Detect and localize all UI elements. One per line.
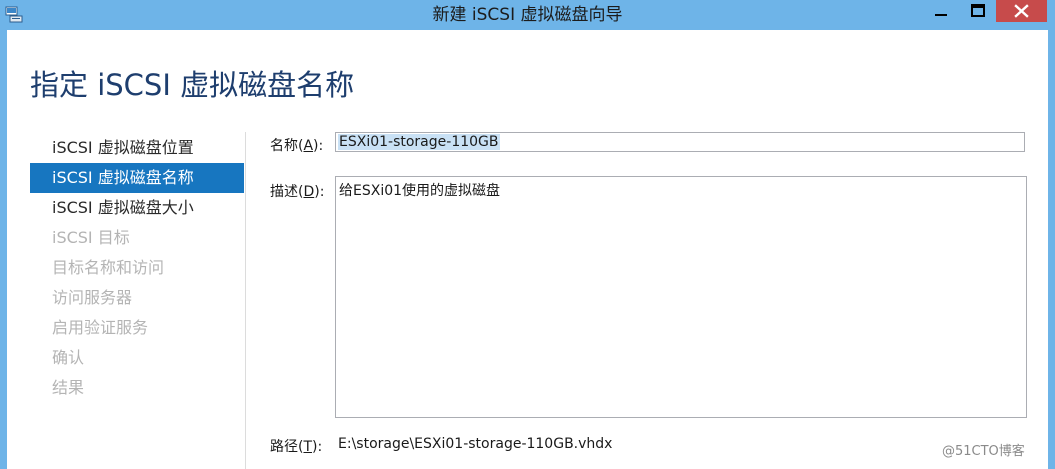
window-frame-left (0, 30, 7, 469)
nav-step-results: 结果 (52, 378, 85, 397)
path-value: E:\storage\ESXi01-storage-110GB.vhdx (338, 436, 613, 452)
close-button[interactable] (996, 0, 1047, 22)
nav-step-name[interactable]: iSCSI 虚拟磁盘名称 (30, 163, 244, 193)
name-accesskey: A (303, 138, 314, 154)
name-label: 名称(A): (270, 138, 324, 154)
name-input[interactable]: ESXi01-storage-110GB (335, 132, 1025, 152)
maximize-icon (971, 4, 985, 17)
nav-step-target: iSCSI 目标 (52, 228, 130, 247)
name-input-selected-text: ESXi01-storage-110GB (338, 134, 500, 150)
description-text: 给ESXi01使用的虚拟磁盘 (339, 183, 501, 199)
watermark: @51CTO博客 (942, 444, 1025, 459)
nav-step-access-servers: 访问服务器 (52, 288, 133, 307)
window-frame-right (1048, 30, 1055, 469)
nav-step-enable-auth: 启用验证服务 (52, 318, 149, 337)
nav-step-target-name-access: 目标名称和访问 (52, 258, 165, 277)
description-textarea[interactable]: 给ESXi01使用的虚拟磁盘 (335, 176, 1027, 418)
wizard-steps-nav: iSCSI 虚拟磁盘位置 iSCSI 虚拟磁盘名称 iSCSI 虚拟磁盘大小 i… (30, 133, 244, 403)
nav-step-size[interactable]: iSCSI 虚拟磁盘大小 (30, 193, 244, 223)
page-title: 指定 iSCSI 虚拟磁盘名称 (30, 68, 355, 102)
nav-step-location[interactable]: iSCSI 虚拟磁盘位置 (30, 133, 244, 163)
maximize-button[interactable] (961, 0, 995, 22)
nav-divider (245, 132, 246, 469)
window-title: 新建 iSCSI 虚拟磁盘向导 (432, 5, 623, 25)
close-icon (1014, 4, 1029, 18)
description-label: 描述(D): (270, 184, 325, 200)
path-label: 路径(T): (270, 439, 323, 455)
description-accesskey: D (303, 184, 315, 200)
minimize-button[interactable] (922, 0, 960, 22)
path-accesskey: T (303, 439, 313, 455)
minimize-icon (935, 14, 947, 16)
nav-step-confirm: 确认 (52, 348, 85, 367)
title-bar: 新建 iSCSI 虚拟磁盘向导 (0, 0, 1055, 30)
